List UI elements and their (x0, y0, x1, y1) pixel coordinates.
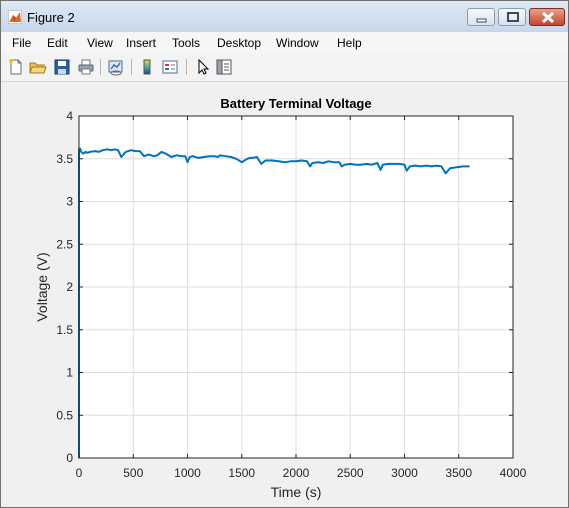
x-tick-label: 2500 (337, 466, 364, 480)
x-tick-label: 3000 (391, 466, 418, 480)
y-axis-label: Voltage (V) (34, 252, 50, 321)
y-tick-label: 1 (66, 366, 73, 380)
x-axis-label: Time (s) (271, 484, 322, 500)
x-tick-label: 1000 (174, 466, 201, 480)
y-tick-label: 0.5 (56, 408, 73, 422)
x-tick-label: 0 (76, 466, 83, 480)
chart-title: Battery Terminal Voltage (220, 96, 371, 111)
x-tick-label: 500 (123, 466, 143, 480)
y-tick-label: 3.5 (56, 152, 73, 166)
x-tick-label: 1500 (228, 466, 255, 480)
y-tick-label: 4 (66, 109, 73, 123)
x-tick-label: 4000 (500, 466, 527, 480)
chart: 0 500 1000 1500 2000 2500 3000 3500 4000 0 0.5 1 1.… (34, 96, 527, 500)
y-tick-label: 2 (66, 280, 73, 294)
figure-window: Figure 2 File Edit View Insert Tools Des… (0, 0, 569, 508)
x-tick-label: 2000 (283, 466, 310, 480)
y-tick-label: 1.5 (56, 323, 73, 337)
x-tick-label: 3500 (445, 466, 472, 480)
y-tick-label: 2.5 (56, 237, 73, 251)
y-tick-label: 0 (66, 451, 73, 465)
y-tick-label: 3 (66, 195, 73, 209)
